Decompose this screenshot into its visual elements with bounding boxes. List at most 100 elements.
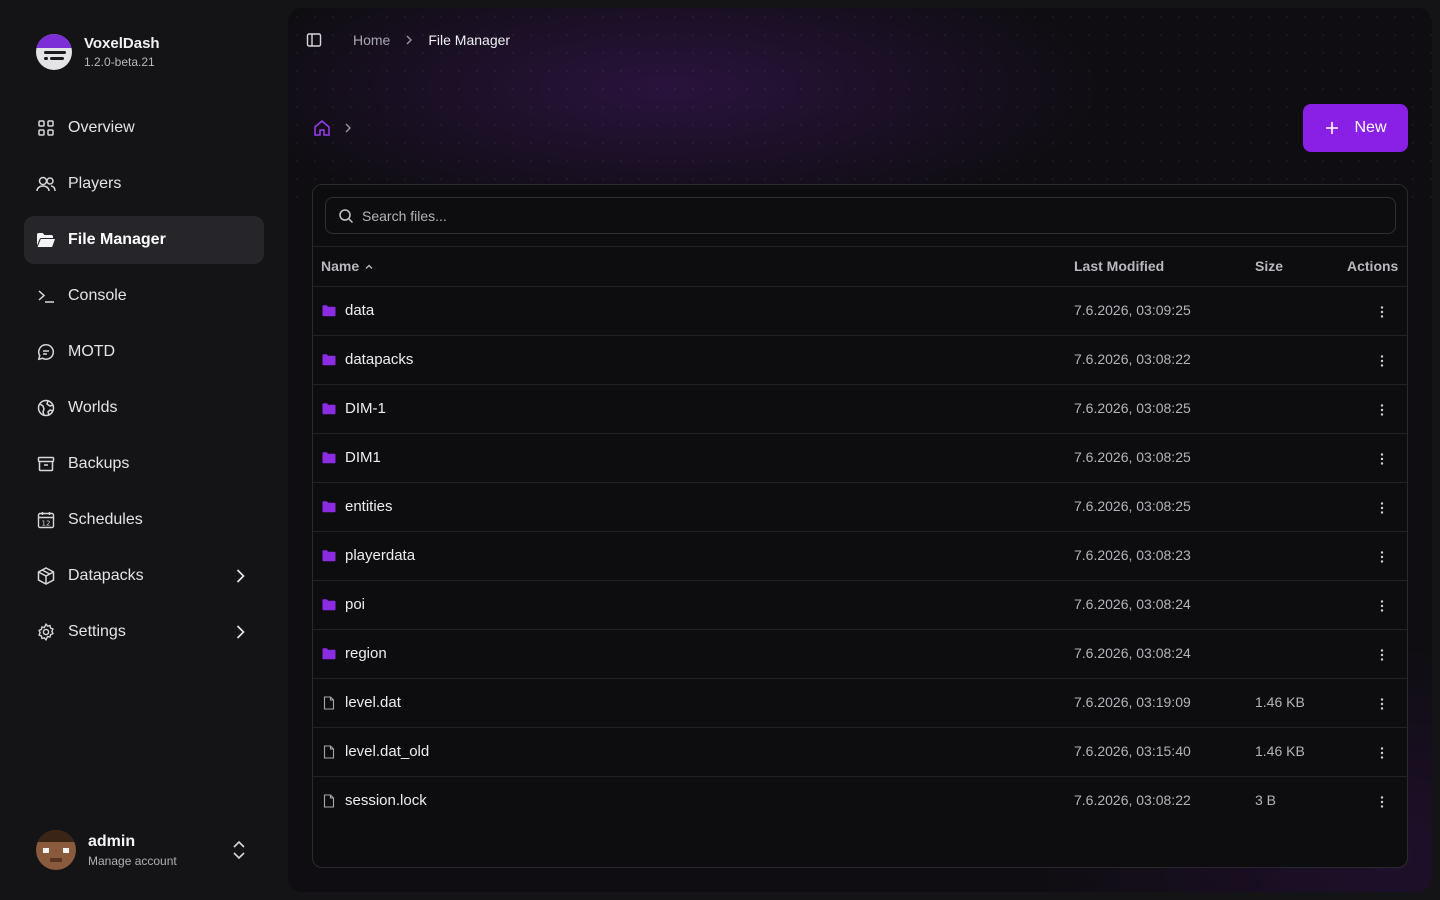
brand-name: VoxelDash xyxy=(84,34,160,52)
file-modified: 7.6.2026, 03:08:24 xyxy=(1074,596,1191,612)
more-vertical-icon[interactable] xyxy=(1373,401,1391,419)
file-modified: 7.6.2026, 03:08:25 xyxy=(1074,400,1191,416)
avatar xyxy=(36,830,76,870)
file-name[interactable]: poi xyxy=(345,596,365,613)
sidebar-nav: Overview Players File Manager Console MO… xyxy=(24,104,264,664)
table-row[interactable]: level.dat_old 7.6.2026, 03:15:40 1.46 KB xyxy=(313,728,1407,777)
chevron-up-down-icon[interactable] xyxy=(230,838,248,862)
file-modified: 7.6.2026, 03:08:24 xyxy=(1074,645,1191,661)
path-breadcrumb xyxy=(313,119,355,137)
file-name[interactable]: entities xyxy=(345,498,393,515)
more-vertical-icon[interactable] xyxy=(1373,499,1391,517)
home-icon[interactable] xyxy=(313,119,331,137)
sidebar-item-label: Overview xyxy=(68,119,135,136)
file-name[interactable]: session.lock xyxy=(345,792,427,809)
column-actions: Actions xyxy=(1347,258,1398,274)
users-icon xyxy=(36,174,56,194)
file-name[interactable]: DIM1 xyxy=(345,449,381,466)
file-modified: 7.6.2026, 03:19:09 xyxy=(1074,694,1191,710)
folder-icon xyxy=(322,647,336,661)
calendar-icon: 12 xyxy=(36,510,56,530)
table-row[interactable]: entities 7.6.2026, 03:08:25 xyxy=(313,483,1407,532)
sidebar-item-motd[interactable]: MOTD xyxy=(24,328,264,376)
column-modified[interactable]: Last Modified xyxy=(1074,258,1164,274)
file-size: 1.46 KB xyxy=(1255,743,1305,759)
terminal-icon xyxy=(36,286,56,306)
folder-open-icon xyxy=(36,230,56,250)
sidebar-item-players[interactable]: Players xyxy=(24,160,264,208)
globe-icon xyxy=(36,398,56,418)
folder-icon xyxy=(322,353,336,367)
top-bar: Home File Manager xyxy=(306,30,510,50)
new-button[interactable]: New xyxy=(1303,104,1408,152)
table-row[interactable]: level.dat 7.6.2026, 03:19:09 1.46 KB xyxy=(313,679,1407,728)
column-name-label: Name xyxy=(321,258,360,274)
file-name[interactable]: datapacks xyxy=(345,351,413,368)
file-modified: 7.6.2026, 03:15:40 xyxy=(1074,743,1191,759)
column-size[interactable]: Size xyxy=(1255,258,1283,274)
table-row[interactable]: DIM-1 7.6.2026, 03:08:25 xyxy=(313,385,1407,434)
sidebar-item-label: Schedules xyxy=(68,511,143,528)
sidebar-item-settings[interactable]: Settings xyxy=(24,608,264,656)
file-name[interactable]: level.dat_old xyxy=(345,743,429,760)
search-input[interactable] xyxy=(362,207,1262,224)
table-row[interactable]: poi 7.6.2026, 03:08:24 xyxy=(313,581,1407,630)
sidebar-item-console[interactable]: Console xyxy=(24,272,264,320)
file-name[interactable]: level.dat xyxy=(345,694,401,711)
more-vertical-icon[interactable] xyxy=(1373,695,1391,713)
file-name[interactable]: DIM-1 xyxy=(345,400,386,417)
table-row[interactable]: playerdata 7.6.2026, 03:08:23 xyxy=(313,532,1407,581)
sidebar-item-file-manager[interactable]: File Manager xyxy=(24,216,264,264)
sidebar-item-overview[interactable]: Overview xyxy=(24,104,264,152)
more-vertical-icon[interactable] xyxy=(1373,646,1391,664)
table-row[interactable]: session.lock 7.6.2026, 03:08:22 3 B xyxy=(313,777,1407,826)
chevron-right-icon[interactable] xyxy=(230,566,250,586)
breadcrumb-current: File Manager xyxy=(428,32,511,48)
sidebar-item-schedules[interactable]: 12 Schedules xyxy=(24,496,264,544)
more-vertical-icon[interactable] xyxy=(1373,548,1391,566)
folder-icon xyxy=(322,402,336,416)
file-modified: 7.6.2026, 03:08:22 xyxy=(1074,792,1191,808)
plus-icon xyxy=(1324,120,1340,136)
table-row[interactable]: region 7.6.2026, 03:08:24 xyxy=(313,630,1407,679)
table-row[interactable]: datapacks 7.6.2026, 03:08:22 xyxy=(313,336,1407,385)
more-vertical-icon[interactable] xyxy=(1373,450,1391,468)
folder-icon xyxy=(322,304,336,318)
package-icon xyxy=(36,566,56,586)
account-menu[interactable]: admin Manage account xyxy=(36,830,256,870)
column-size-label: Size xyxy=(1255,258,1284,274)
folder-icon xyxy=(322,451,336,465)
file-modified: 7.6.2026, 03:08:25 xyxy=(1074,449,1191,465)
chevron-right-icon[interactable] xyxy=(230,622,250,642)
table-body: data 7.6.2026, 03:09:25 datapacks 7.6.2026,… xyxy=(313,287,1407,826)
file-name[interactable]: playerdata xyxy=(345,547,415,564)
sidebar-item-label: Backups xyxy=(68,455,130,472)
settings-icon xyxy=(36,622,56,642)
sidebar-item-label: MOTD xyxy=(68,343,116,360)
table-header: Name Last Modified Size Actions xyxy=(313,246,1407,287)
svg-text:12: 12 xyxy=(42,520,51,528)
file-name[interactable]: region xyxy=(345,645,387,662)
column-name[interactable]: Name xyxy=(321,258,375,274)
file-size: 1.46 KB xyxy=(1255,694,1305,710)
sidebar-item-datapacks[interactable]: Datapacks xyxy=(24,552,264,600)
more-vertical-icon[interactable] xyxy=(1373,793,1391,811)
sidebar-item-label: Players xyxy=(68,175,122,192)
sidebar-item-backups[interactable]: Backups xyxy=(24,440,264,488)
more-vertical-icon[interactable] xyxy=(1373,352,1391,370)
more-vertical-icon[interactable] xyxy=(1373,303,1391,321)
sidebar-toggle-icon[interactable] xyxy=(306,32,322,48)
sidebar-item-worlds[interactable]: Worlds xyxy=(24,384,264,432)
more-vertical-icon[interactable] xyxy=(1373,744,1391,762)
file-modified: 7.6.2026, 03:09:25 xyxy=(1074,302,1191,318)
sidebar: VoxelDash 1.2.0-beta.21 Overview Players… xyxy=(0,0,288,900)
table-row[interactable]: DIM1 7.6.2026, 03:08:25 xyxy=(313,434,1407,483)
search-field[interactable] xyxy=(325,197,1396,234)
breadcrumb-home[interactable]: Home xyxy=(353,32,390,48)
file-modified: 7.6.2026, 03:08:25 xyxy=(1074,498,1191,514)
more-vertical-icon[interactable] xyxy=(1373,597,1391,615)
file-icon xyxy=(322,745,336,759)
table-row[interactable]: data 7.6.2026, 03:09:25 xyxy=(313,287,1407,336)
file-name[interactable]: data xyxy=(345,302,374,319)
brand[interactable]: VoxelDash 1.2.0-beta.21 xyxy=(36,34,160,70)
